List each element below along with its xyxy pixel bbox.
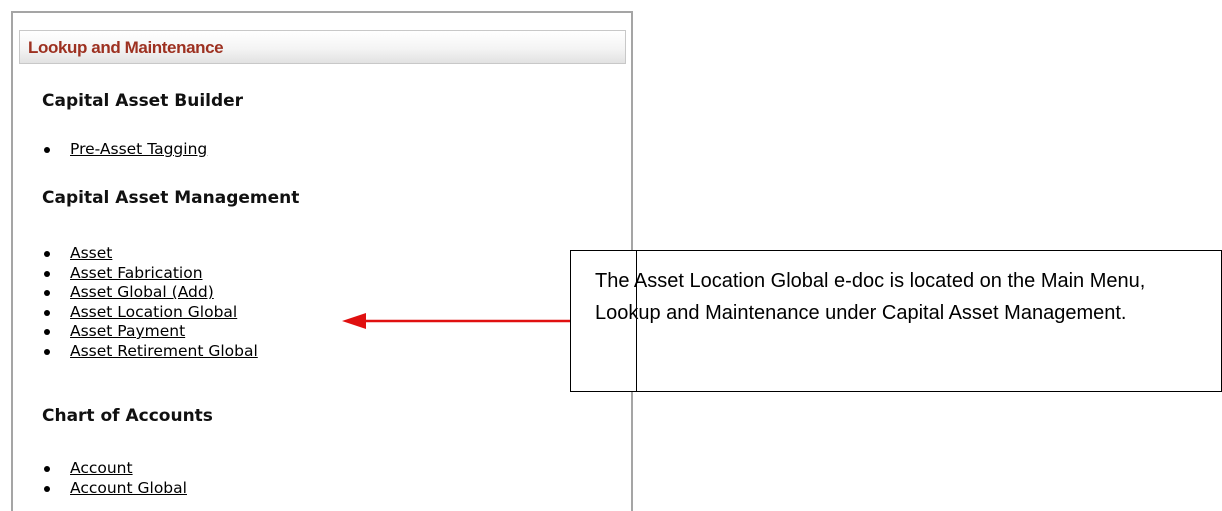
- bullet-icon: [44, 290, 50, 296]
- callout-text: The Asset Location Global e-doc is locat…: [595, 270, 1146, 324]
- list-item: Asset: [42, 244, 258, 264]
- section-title-capital-asset-builder: Capital Asset Builder: [42, 91, 244, 111]
- link-asset-fabrication[interactable]: Asset Fabrication: [70, 264, 203, 282]
- bullet-icon: [44, 309, 50, 316]
- link-asset-payment[interactable]: Asset Payment: [70, 322, 185, 340]
- chart-of-accounts-list: Account Account Global: [42, 459, 187, 498]
- link-asset-retirement-global[interactable]: Asset Retirement Global: [70, 342, 258, 360]
- capital-asset-builder-list: Pre-Asset Tagging: [42, 140, 207, 160]
- panel-header: Lookup and Maintenance: [19, 30, 626, 64]
- list-item: Asset Payment: [42, 322, 258, 342]
- panel-title: Lookup and Maintenance: [28, 38, 224, 57]
- link-asset[interactable]: Asset: [70, 244, 112, 262]
- list-item: Account: [42, 459, 187, 479]
- link-account-global[interactable]: Account Global: [70, 479, 187, 497]
- bullet-icon: [44, 348, 50, 355]
- bullet-icon: [44, 466, 50, 472]
- panel-border-line: [636, 250, 637, 392]
- bullet-icon: [44, 147, 50, 153]
- list-item: Pre-Asset Tagging: [42, 140, 207, 160]
- section-title-chart-of-accounts: Chart of Accounts: [42, 406, 213, 426]
- list-item: Asset Retirement Global: [42, 342, 258, 362]
- list-item: Asset Location Global: [42, 303, 258, 323]
- link-account[interactable]: Account: [70, 459, 133, 477]
- list-item: Asset Fabrication: [42, 264, 258, 284]
- annotation-callout: The Asset Location Global e-doc is locat…: [570, 250, 1222, 392]
- link-asset-location-global[interactable]: Asset Location Global: [70, 303, 237, 321]
- bullet-icon: [44, 270, 50, 277]
- link-pre-asset-tagging[interactable]: Pre-Asset Tagging: [70, 140, 207, 158]
- bullet-icon: [44, 251, 50, 257]
- list-item: Account Global: [42, 479, 187, 499]
- list-item: Asset Global (Add): [42, 283, 258, 303]
- capital-asset-management-list: Asset Asset Fabrication Asset Global (Ad…: [42, 244, 258, 361]
- bullet-icon: [44, 485, 50, 492]
- section-title-capital-asset-management: Capital Asset Management: [42, 188, 300, 208]
- bullet-icon: [44, 329, 50, 335]
- link-asset-global-add[interactable]: Asset Global (Add): [70, 283, 214, 301]
- lookup-maintenance-panel: Lookup and Maintenance Capital Asset Bui…: [11, 11, 633, 511]
